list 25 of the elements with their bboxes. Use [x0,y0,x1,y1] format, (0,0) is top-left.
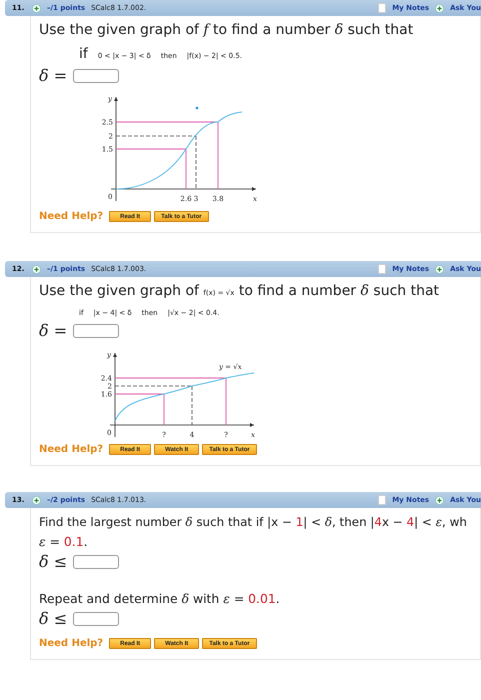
answer-label: δ ≤ [39,609,68,628]
answer-label: δ = [39,321,68,340]
note-icon[interactable] [378,264,386,274]
answer-label: δ = [39,66,68,85]
need-help-label: Need Help? [39,444,104,455]
note-icon[interactable] [378,495,386,505]
plus-icon[interactable] [435,4,444,12]
need-help-label: Need Help? [39,211,104,222]
question-text: ε = 0.1. [39,533,89,551]
plus-icon[interactable] [32,4,41,12]
question-text: Find the largest number δ such that if |x − 1| < δ, then |4x − 4| < ε, wh [39,514,468,531]
answer-field[interactable] [73,612,120,626]
question-text: Use the given graph of f to find a number δ such that [39,21,414,40]
note-icon[interactable] [378,3,386,13]
question-text: Repeat and determine δ with ε = 0.01. [39,590,281,608]
answer-field[interactable] [73,68,120,82]
answer-field[interactable] [73,554,120,568]
answer-label: δ ≤ [39,552,68,571]
plus-icon[interactable] [32,496,41,504]
plus-icon[interactable] [435,496,444,504]
plus-icon[interactable] [435,264,444,274]
answer-field[interactable] [73,324,120,338]
plus-icon[interactable] [32,264,41,274]
need-help-label: Need Help? [39,638,104,649]
condition-text: if [79,46,88,62]
